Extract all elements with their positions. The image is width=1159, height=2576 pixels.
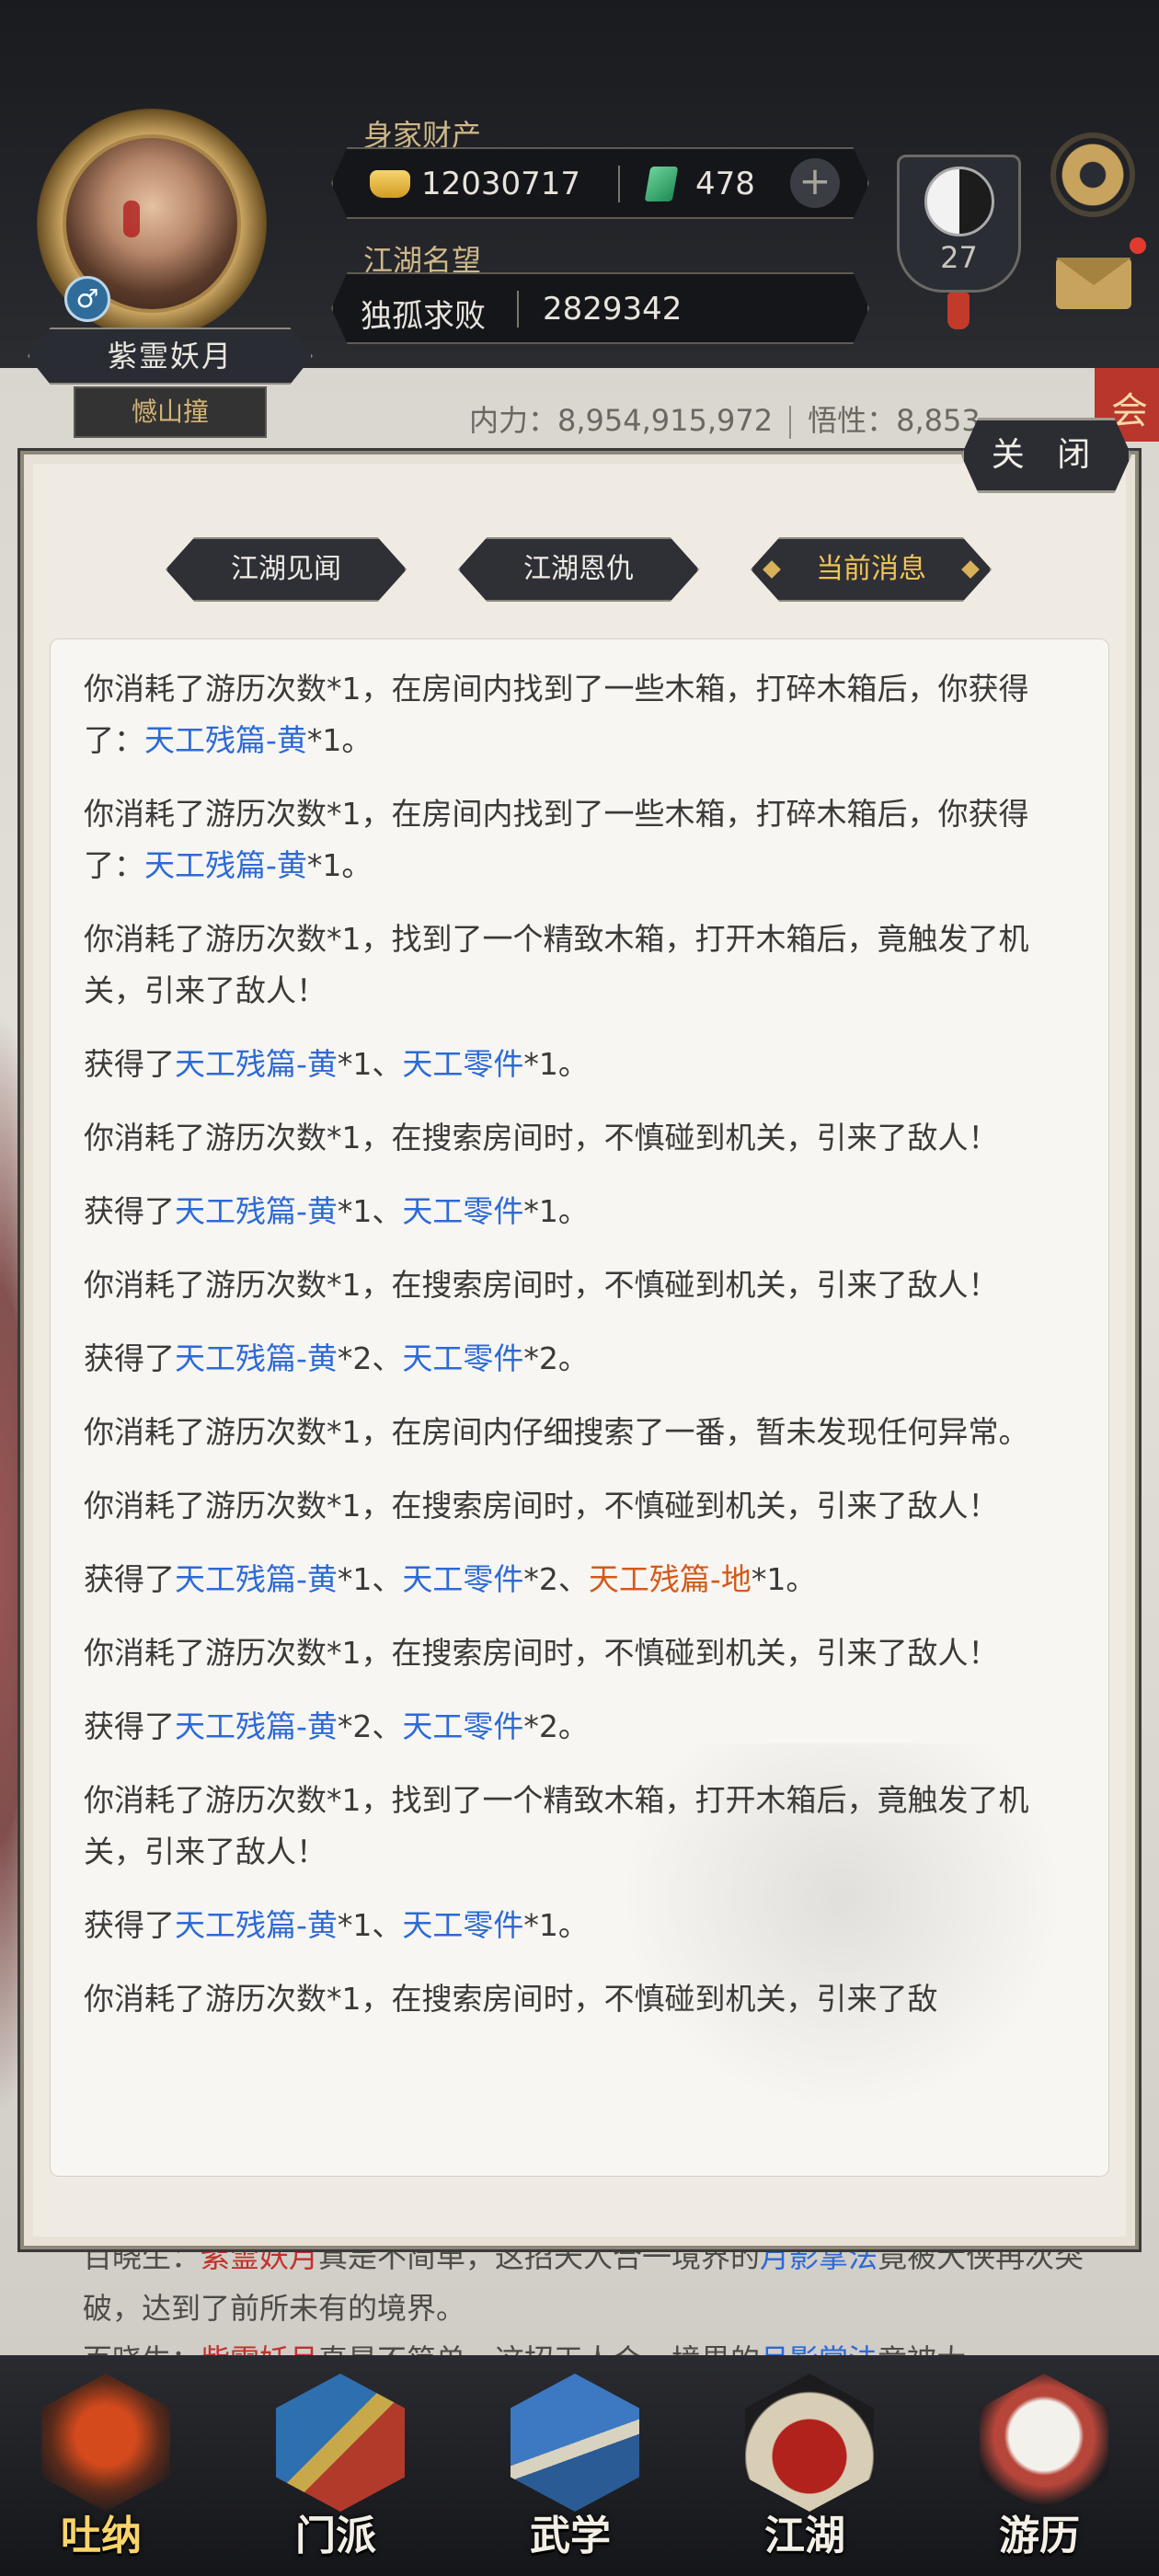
- fame-bar: 独孤求败 2829342: [331, 272, 869, 344]
- player-title[interactable]: 憾山撞: [74, 386, 267, 438]
- neili-value: 内力：8,954,915,972: [469, 403, 774, 438]
- fame-value: 2829342: [543, 291, 683, 328]
- sect-banner-icon: [276, 2374, 405, 2512]
- log-entry: 你消耗了游历次数*1，在搜索房间时，不慎碰到机关，引来了敌人！: [84, 1267, 999, 1303]
- player-name: 紫霊妖月: [28, 328, 313, 385]
- item-link[interactable]: 天工残篇-黄: [175, 1907, 338, 1943]
- tab-jianghu-feud[interactable]: 江湖恩仇: [458, 537, 699, 602]
- log-entry: 你消耗了游历次数*1，找到了一个精致木箱，打开木箱后，竟触发了机关，引来了敌人！: [84, 1782, 1029, 1869]
- gold-ingot-icon: [370, 170, 410, 198]
- jade-icon: [644, 167, 679, 201]
- message-log[interactable]: 你消耗了游历次数*1，在房间内找到了一些木箱，打碎木箱后，你获得了：天工残篇-黄…: [50, 638, 1109, 2177]
- item-link[interactable]: 天工残篇-地: [589, 1561, 752, 1597]
- gourd-icon: [41, 2374, 170, 2512]
- level-badge[interactable]: 27: [897, 155, 1021, 293]
- item-link[interactable]: 天工残篇-黄: [175, 1708, 338, 1744]
- rank-title: 独孤求败: [361, 298, 486, 335]
- item-link[interactable]: 天工零件: [402, 1907, 523, 1943]
- item-link[interactable]: 天工零件: [402, 1708, 523, 1744]
- item-link[interactable]: 天工残篇-黄: [175, 1561, 338, 1597]
- gear-icon[interactable]: [1056, 138, 1130, 212]
- tassel-decoration: [947, 293, 970, 329]
- attribute-strip: 内力：8,954,915,972 悟性：8,853,: [469, 397, 990, 440]
- log-entry: 获得了天工残篇-黄*1、天工零件*2、天工残篇-地*1。: [84, 1561, 817, 1597]
- log-entry: 你消耗了游历次数*1，在搜索房间时，不慎碰到机关，引来了敌人！: [84, 1488, 999, 1524]
- nav-tuna[interactable]: 吐纳: [23, 2355, 179, 2576]
- level-value: 27: [940, 240, 978, 275]
- item-link[interactable]: 天工残篇-黄: [175, 1046, 338, 1082]
- nav-wuxue[interactable]: 武学: [492, 2355, 648, 2576]
- log-entry: 你消耗了游历次数*1，在搜索房间时，不慎碰到机关，引来了敌人！: [84, 1120, 999, 1156]
- item-link[interactable]: 天工残篇-黄: [175, 1193, 338, 1229]
- log-entry: 你消耗了游历次数*1，在房间内找到了一些木箱，打碎木箱后，你获得了：天工残篇-黄…: [84, 671, 1029, 758]
- log-entry: 你消耗了游历次数*1，在搜索房间时，不慎碰到机关，引来了敌人！: [84, 1635, 999, 1671]
- log-entry: 你消耗了游历次数*1，在房间内找到了一些木箱，打碎木箱后，你获得了：天工残篇-黄…: [84, 796, 1029, 883]
- item-link[interactable]: 天工零件: [402, 1193, 523, 1229]
- scroll-book-icon: [511, 2374, 639, 2512]
- straw-hat-icon: [745, 2374, 874, 2512]
- bottom-navigation: 吐纳 门派 武学 江湖 游历: [0, 2355, 1159, 2576]
- item-link[interactable]: 天工残篇-黄: [144, 847, 307, 883]
- jade-amount: 478: [695, 166, 755, 202]
- nav-menpai[interactable]: 门派: [258, 2355, 414, 2576]
- mail-icon[interactable]: [1056, 258, 1131, 309]
- item-link[interactable]: 天工残篇-黄: [175, 1340, 338, 1376]
- wealth-bar: 12030717 478 +: [331, 147, 869, 219]
- item-link[interactable]: 天工零件: [402, 1340, 523, 1376]
- log-entry: 获得了天工残篇-黄*2、天工零件*2。: [84, 1340, 589, 1376]
- log-entry: 获得了天工残篇-黄*1、天工零件*1。: [84, 1046, 589, 1082]
- face-paint: [123, 201, 140, 237]
- log-entry: 你消耗了游历次数*1，在房间内仔细搜索了一番，暂未发现任何异常。: [84, 1414, 1029, 1450]
- notification-dot: [1130, 237, 1146, 254]
- item-link[interactable]: 天工残篇-黄: [144, 722, 307, 758]
- item-link[interactable]: 天工零件: [402, 1046, 523, 1082]
- male-icon: ♂: [64, 276, 110, 322]
- log-entry: 获得了天工残篇-黄*1、天工零件*1。: [84, 1907, 589, 1943]
- tab-jianghu-news[interactable]: 江湖见闻: [166, 537, 407, 602]
- gold-amount: 12030717: [421, 166, 581, 202]
- log-entry: 你消耗了游历次数*1，在搜索房间时，不慎碰到机关，引来了敌: [84, 1981, 938, 2017]
- tab-current-messages[interactable]: 当前消息: [751, 537, 992, 602]
- close-button[interactable]: 关 闭: [961, 418, 1131, 493]
- nav-youli[interactable]: 游历: [961, 2355, 1118, 2576]
- add-currency-button[interactable]: +: [790, 158, 840, 208]
- nav-jianghu[interactable]: 江湖: [727, 2355, 883, 2576]
- wuxing-value: 悟性：8,853,: [808, 403, 990, 438]
- log-entry: 获得了天工残篇-黄*2、天工零件*2。: [84, 1708, 589, 1744]
- item-link[interactable]: 天工零件: [402, 1561, 523, 1597]
- log-entry: 获得了天工残篇-黄*1、天工零件*1。: [84, 1193, 589, 1229]
- log-entry: 你消耗了游历次数*1，找到了一个精致木箱，打开木箱后，竟触发了机关，引来了敌人！: [84, 921, 1029, 1008]
- white-horse-icon: [980, 2374, 1108, 2512]
- yinyang-icon: [924, 167, 994, 236]
